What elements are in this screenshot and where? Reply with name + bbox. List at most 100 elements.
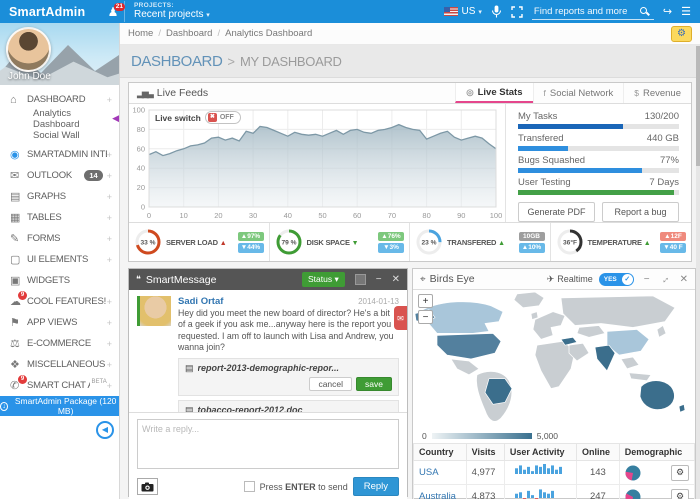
sidebar-subitem-analytics-dashboard[interactable]: Analytics Dashboard◀: [0, 110, 119, 127]
report-bug-button[interactable]: Report a bug: [602, 202, 679, 222]
sidebar-item-label: SMARTADMIN INTEL: [27, 149, 107, 160]
reply-button[interactable]: Reply: [353, 477, 399, 496]
realtime-toggle[interactable]: YES ✓: [599, 273, 634, 286]
sidebar-item-outlook[interactable]: ✉OUTLOOK14+: [0, 165, 119, 186]
map-usa: [437, 333, 501, 359]
close-icon[interactable]: ✕: [392, 274, 400, 285]
search-input[interactable]: [532, 4, 654, 20]
sidebar-item-widgets[interactable]: ▣WIDGETS: [0, 270, 119, 291]
demographic-cell: ⚙: [625, 465, 689, 481]
col-online[interactable]: Online: [576, 444, 619, 461]
col-user-activity[interactable]: User Activity: [504, 444, 576, 461]
progress-track: [518, 146, 679, 151]
tab-social-network[interactable]: f Social Network: [533, 83, 624, 103]
progress-track: [518, 190, 679, 195]
sidebar-item-ui-elements[interactable]: ▢UI ELEMENTS+: [0, 249, 119, 270]
reply-input[interactable]: [137, 419, 399, 469]
sidebar-subitem-label: Social Wall: [33, 130, 80, 141]
resize-icon[interactable]: ↔: [657, 272, 672, 287]
menu-icon[interactable]: ☰: [681, 5, 691, 18]
sidebar-item-label: FORMS: [27, 233, 107, 244]
language-selector[interactable]: US ▾: [444, 6, 481, 17]
projects-dropdown[interactable]: PROJECTS: Recent projects ▾: [124, 1, 219, 22]
message-item: Sadi Ortaf2014-01-13Hey did you meet the…: [137, 296, 399, 412]
table-header-row: Country Visits User Activity Online Demo…: [414, 444, 695, 461]
attach-photo-button[interactable]: [137, 478, 158, 495]
ribbon-settings-button[interactable]: ⚙: [671, 26, 692, 42]
realtime-control: ✈ Realtime YES ✓: [547, 273, 634, 286]
stat-chip: 10GB: [519, 232, 545, 242]
expand-icon: +: [107, 318, 112, 328]
breadcrumb-dashboard[interactable]: Dashboard: [166, 28, 212, 39]
sidebar-item-tables[interactable]: ▦TABLES+: [0, 207, 119, 228]
tab-revenue[interactable]: $ Revenue: [623, 83, 691, 103]
stat-chip: ▼3%: [378, 243, 404, 253]
expand-icon: +: [107, 95, 112, 105]
row-settings-button[interactable]: ⚙: [671, 489, 689, 499]
zoom-in-button[interactable]: +: [418, 294, 433, 308]
col-visits[interactable]: Visits: [466, 444, 504, 461]
country-link[interactable]: Australia: [419, 491, 456, 499]
scrollbar-thumb[interactable]: [696, 46, 700, 166]
sidebar-item-smart-chat-api[interactable]: ✆9SMART CHAT APIBETA+: [0, 375, 119, 396]
count-badge: 14: [84, 170, 102, 181]
progress-fill: [518, 124, 623, 129]
svg-text:33 %: 33 %: [140, 240, 155, 247]
live-feeds-body: Live switch ✖ OFF 0102030405060708090100…: [129, 104, 691, 222]
minimize-icon[interactable]: −: [644, 274, 650, 285]
gauge-arc: 36°F: [556, 228, 584, 256]
activity-button[interactable]: ♟ 21: [104, 5, 122, 19]
expand-icon: +: [107, 255, 112, 265]
minimize-icon[interactable]: −: [376, 274, 382, 285]
fullscreen-icon[interactable]: [511, 6, 523, 18]
sidebar-subitem-social-wall[interactable]: Social Wall: [0, 127, 119, 144]
enter-to-send-checkbox[interactable]: [244, 481, 255, 492]
cell-visits: 4,873: [466, 485, 504, 499]
sidebar-collapse-button[interactable]: ◀: [96, 421, 114, 439]
svg-text:60: 60: [353, 211, 361, 220]
search-icon[interactable]: [640, 7, 647, 14]
svg-text:100: 100: [132, 106, 145, 115]
cancel-button[interactable]: cancel: [309, 377, 352, 391]
map-greenland: [514, 292, 544, 308]
logout-icon[interactable]: ↪: [663, 5, 672, 18]
status-dropdown-button[interactable]: Status ▾: [302, 272, 345, 287]
sidebar-item-cool-features-[interactable]: ☁9COOL FEATURES!+: [0, 291, 119, 312]
svg-text:30: 30: [249, 211, 257, 220]
gauge-label: SERVER LOAD ▲: [166, 238, 226, 247]
message-author[interactable]: Sadi Ortaf: [178, 296, 223, 307]
tab-live-stats[interactable]: ◎ Live Stats: [455, 83, 532, 103]
birds-eye-widget: ⌖ Birds Eye ✈ Realtime YES ✓ − ↔ ✕ + −: [412, 268, 696, 499]
progress-stat-3: User Testing7 Days: [518, 177, 679, 195]
sidebar-item-smartadmin-intel[interactable]: ◉SMARTADMIN INTEL+: [0, 144, 119, 165]
smartadmin-package-button[interactable]: ↓ SmartAdmin Package (120 MB): [0, 396, 119, 416]
widget-toggle-icon[interactable]: [355, 274, 366, 285]
generate-pdf-button[interactable]: Generate PDF: [518, 202, 595, 222]
voice-command-icon[interactable]: [491, 5, 502, 18]
world-map[interactable]: + −: [413, 290, 695, 428]
sidebar-item-app-views[interactable]: ⚑APP VIEWS+: [0, 312, 119, 333]
save-button[interactable]: save: [356, 377, 392, 391]
svg-text:50: 50: [318, 211, 326, 220]
misc-icon: ❖: [10, 358, 27, 371]
zoom-out-button[interactable]: −: [418, 310, 433, 324]
country-link[interactable]: USA: [419, 467, 439, 478]
breadcrumb-home[interactable]: Home: [128, 28, 153, 39]
row-settings-button[interactable]: ⚙: [671, 465, 689, 481]
sidebar-item-graphs[interactable]: ▤GRAPHS+: [0, 186, 119, 207]
col-country[interactable]: Country: [414, 444, 467, 461]
download-icon: ↓: [0, 402, 8, 411]
col-demographic[interactable]: Demographic: [619, 444, 694, 461]
page-scrollbar[interactable]: [696, 46, 700, 499]
smart-message-title: SmartMessage: [146, 274, 217, 286]
new-message-tab[interactable]: ✉: [394, 306, 407, 330]
sidebar-item-forms[interactable]: ✎FORMS+: [0, 228, 119, 249]
sidebar-item-e-commerce[interactable]: ⚖E-COMMERCE+: [0, 333, 119, 354]
sidebar-item-miscellaneous[interactable]: ❖MISCELLANEOUS+: [0, 354, 119, 375]
live-switch-toggle[interactable]: ✖ OFF: [205, 111, 241, 124]
live-switch[interactable]: Live switch ✖ OFF: [155, 111, 241, 124]
breadcrumb-analytics[interactable]: Analytics Dashboard: [225, 28, 312, 39]
main-content: Home/ Dashboard/ Analytics Dashboard ⚙ D…: [120, 23, 700, 499]
close-icon[interactable]: ✕: [680, 274, 688, 285]
avatar[interactable]: [6, 27, 51, 72]
